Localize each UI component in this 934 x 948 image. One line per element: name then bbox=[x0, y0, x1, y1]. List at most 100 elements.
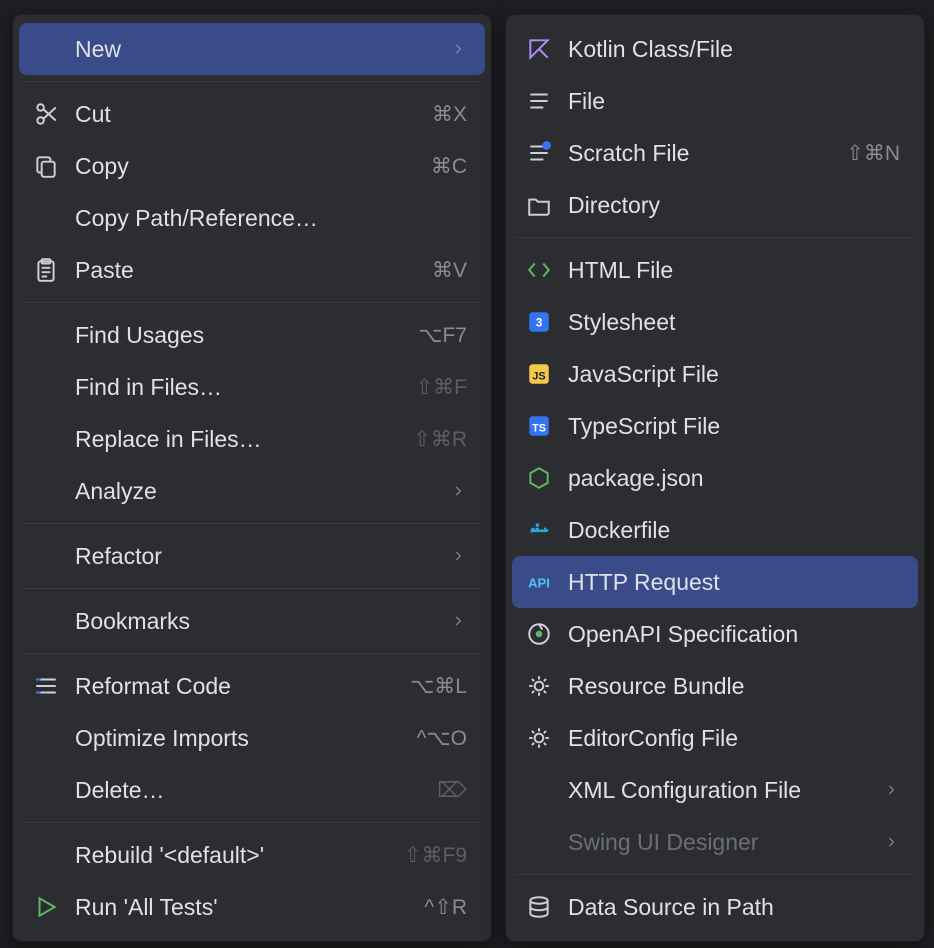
menu-item-javascript-file[interactable]: JS JavaScript File bbox=[512, 348, 918, 400]
new-submenu: Kotlin Class/File File Scratch File⇧⌘N Dire… bbox=[505, 14, 925, 942]
menu-item-label: Analyze bbox=[75, 478, 449, 505]
separator bbox=[23, 653, 481, 654]
menu-item-refactor[interactable]: Refactor bbox=[19, 530, 485, 582]
menu-item-http-request[interactable]: API HTTP Request bbox=[512, 556, 918, 608]
menu-item-find-usages[interactable]: Find Usages⌥F7 bbox=[19, 309, 485, 361]
menu-item-label: Kotlin Class/File bbox=[568, 36, 900, 63]
menu-item-label: Resource Bundle bbox=[568, 673, 900, 700]
shortcut: ⇧⌘R bbox=[413, 427, 467, 452]
menu-item-label: Replace in Files… bbox=[75, 426, 401, 453]
menu-item-html-file[interactable]: HTML File bbox=[512, 244, 918, 296]
reformat-icon bbox=[33, 673, 75, 699]
menu-item-label: Directory bbox=[568, 192, 900, 219]
menu-item-run-all-tests[interactable]: Run 'All Tests' ^⇧R bbox=[19, 881, 485, 933]
folder-icon bbox=[526, 192, 568, 218]
svg-text:TS: TS bbox=[532, 422, 546, 434]
shortcut: ⇧⌘F9 bbox=[404, 843, 467, 868]
menu-item-label: Stylesheet bbox=[568, 309, 900, 336]
chevron-right-icon bbox=[449, 614, 467, 628]
file-lines-icon bbox=[526, 88, 568, 114]
separator bbox=[23, 81, 481, 82]
html-icon bbox=[526, 257, 568, 283]
menu-item-label: Paste bbox=[75, 257, 420, 284]
menu-item-xml-configuration-file[interactable]: XML Configuration File bbox=[512, 764, 918, 816]
separator bbox=[516, 874, 914, 875]
menu-item-delete[interactable]: Delete… ⌦ bbox=[19, 764, 485, 816]
shortcut: ⌥F7 bbox=[418, 323, 467, 348]
openapi-icon bbox=[526, 621, 568, 647]
menu-item-reformat-code[interactable]: Reformat Code ⌥⌘L bbox=[19, 660, 485, 712]
kotlin-icon bbox=[526, 36, 568, 62]
gear-icon bbox=[526, 725, 568, 751]
menu-item-copy[interactable]: Copy ⌘C bbox=[19, 140, 485, 192]
menu-item-label: Swing UI Designer bbox=[568, 829, 882, 856]
chevron-right-icon bbox=[882, 835, 900, 849]
menu-item-typescript-file[interactable]: TS TypeScript File bbox=[512, 400, 918, 452]
separator bbox=[23, 523, 481, 524]
menu-item-new[interactable]: New bbox=[19, 23, 485, 75]
menu-item-cut[interactable]: Cut ⌘X bbox=[19, 88, 485, 140]
menu-item-dockerfile[interactable]: Dockerfile bbox=[512, 504, 918, 556]
menu-item-label: JavaScript File bbox=[568, 361, 900, 388]
run-icon bbox=[33, 894, 75, 920]
shortcut: ⌥⌘L bbox=[410, 674, 467, 699]
menu-item-paste[interactable]: Paste ⌘V bbox=[19, 244, 485, 296]
menu-item-label: package.json bbox=[568, 465, 900, 492]
node-icon bbox=[526, 465, 568, 491]
menu-item-optimize-imports[interactable]: Optimize Imports^⌥O bbox=[19, 712, 485, 764]
menu-item-label: Data Source in Path bbox=[568, 894, 900, 921]
menu-item-label: Cut bbox=[75, 101, 420, 128]
context-menu: New Cut ⌘X Copy ⌘C Copy Path/Reference… Paste ⌘… bbox=[12, 14, 492, 942]
menu-item-copy-path-reference[interactable]: Copy Path/Reference… bbox=[19, 192, 485, 244]
menu-item-resource-bundle[interactable]: Resource Bundle bbox=[512, 660, 918, 712]
datasource-icon bbox=[526, 894, 568, 920]
svg-text:JS: JS bbox=[532, 370, 545, 382]
menu-item-label: HTML File bbox=[568, 257, 900, 284]
menu-item-bookmarks[interactable]: Bookmarks bbox=[19, 595, 485, 647]
menu-item-label: Reformat Code bbox=[75, 673, 398, 700]
chevron-right-icon bbox=[449, 484, 467, 498]
menu-item-label: HTTP Request bbox=[568, 569, 900, 596]
scratch-icon bbox=[526, 140, 568, 166]
menu-item-label: Scratch File bbox=[568, 140, 834, 167]
menu-item-label: TypeScript File bbox=[568, 413, 900, 440]
shortcut: ^⌥O bbox=[417, 726, 467, 751]
svg-text:API: API bbox=[528, 575, 550, 590]
shortcut: ⌘C bbox=[431, 154, 467, 179]
separator bbox=[23, 588, 481, 589]
menu-item-editorconfig-file[interactable]: EditorConfig File bbox=[512, 712, 918, 764]
shortcut: ⌦ bbox=[437, 778, 467, 803]
separator bbox=[23, 822, 481, 823]
menu-item-label: Delete… bbox=[75, 777, 425, 804]
menu-item-openapi-specification[interactable]: OpenAPI Specification bbox=[512, 608, 918, 660]
menu-item-label: Copy bbox=[75, 153, 419, 180]
menu-item-analyze[interactable]: Analyze bbox=[19, 465, 485, 517]
menu-item-label: Rebuild '<default>' bbox=[75, 842, 392, 869]
clipboard-icon bbox=[33, 257, 75, 283]
shortcut: ⌘V bbox=[432, 258, 467, 283]
menu-item-label: Bookmarks bbox=[75, 608, 449, 635]
menu-item-data-source-in-path[interactable]: Data Source in Path bbox=[512, 881, 918, 933]
menu-item-file[interactable]: File bbox=[512, 75, 918, 127]
menu-item-replace-in-files[interactable]: Replace in Files… ⇧⌘R bbox=[19, 413, 485, 465]
svg-text:3: 3 bbox=[536, 315, 543, 329]
menu-item-label: Dockerfile bbox=[568, 517, 900, 544]
menu-item-rebuild-default[interactable]: Rebuild '<default>' ⇧⌘F9 bbox=[19, 829, 485, 881]
menu-item-stylesheet[interactable]: 3 Stylesheet bbox=[512, 296, 918, 348]
menu-item-find-in-files[interactable]: Find in Files…⇧⌘F bbox=[19, 361, 485, 413]
shortcut: ⌘X bbox=[432, 102, 467, 127]
copy-icon bbox=[33, 153, 75, 179]
menu-item-label: Refactor bbox=[75, 543, 449, 570]
menu-item-kotlin-class-file[interactable]: Kotlin Class/File bbox=[512, 23, 918, 75]
menu-item-scratch-file[interactable]: Scratch File⇧⌘N bbox=[512, 127, 918, 179]
menu-item-directory[interactable]: Directory bbox=[512, 179, 918, 231]
menu-item-label: EditorConfig File bbox=[568, 725, 900, 752]
css-icon: 3 bbox=[526, 309, 568, 335]
menu-item-package-json[interactable]: package.json bbox=[512, 452, 918, 504]
menu-item-label: Run 'All Tests' bbox=[75, 894, 412, 921]
shortcut: ^⇧R bbox=[424, 895, 467, 920]
scissors-icon bbox=[33, 101, 75, 127]
menu-item-label: XML Configuration File bbox=[568, 777, 882, 804]
menu-item-label: Copy Path/Reference… bbox=[75, 205, 467, 232]
menu-item-label: File bbox=[568, 88, 900, 115]
